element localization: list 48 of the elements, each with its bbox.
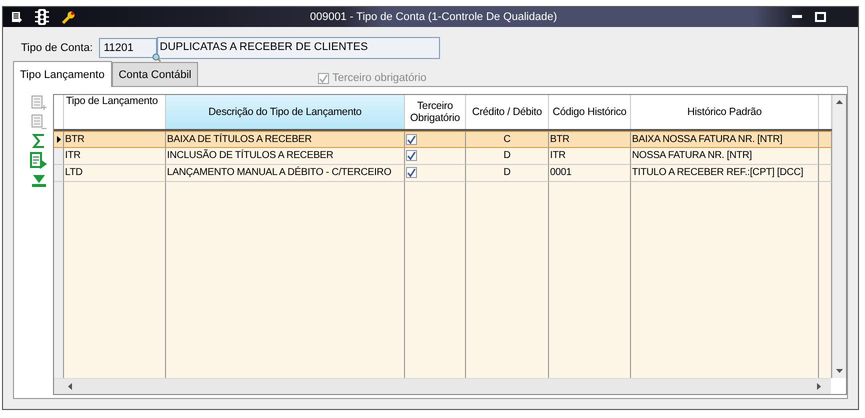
tab[interactable]: Conta Contábil — [112, 62, 198, 86]
maximize-icon[interactable] — [815, 12, 826, 22]
scroll-left-icon[interactable] — [68, 383, 73, 390]
vertical-scrollbar[interactable] — [832, 95, 846, 378]
table-cell: 0001 — [549, 165, 631, 182]
tab[interactable]: Tipo Lançamento — [13, 61, 112, 87]
last-record-icon[interactable] — [30, 173, 46, 187]
window-title: 009001 - Tipo de Conta (1-Controle De Qualidade) — [308, 11, 558, 23]
column-header[interactable]: Descrição do Tipo de Lançamento — [166, 95, 405, 129]
row-header[interactable] — [54, 131, 64, 148]
table-cell: D — [466, 148, 549, 165]
table-row[interactable]: ITR INCLUSÃO DE TÍTULOS A RECEBER D ITR NOSSA FATURA NR. [NTR] — [54, 148, 832, 165]
column-header[interactable]: Código Histórico — [549, 95, 631, 129]
checkbox[interactable] — [406, 167, 417, 178]
table-cell: INCLUSÃO DE TÍTULOS A RECEBER — [166, 148, 405, 165]
table-cell: BTR — [549, 131, 631, 148]
checkbox-label: Terceiro obrigatório — [332, 72, 427, 84]
column-header[interactable]: Crédito / Débito — [466, 95, 549, 129]
table-cell: LTD — [64, 165, 166, 182]
export-icon[interactable] — [30, 152, 48, 170]
search-icon[interactable] — [152, 53, 161, 62]
column-header[interactable]: Histórico Padrão — [631, 95, 819, 129]
table-cell: ITR — [549, 148, 631, 165]
sum-icon[interactable] — [32, 133, 46, 149]
description-field: DUPLICATAS A RECEBER DE CLIENTES — [156, 37, 440, 59]
menu-icon[interactable] — [11, 11, 23, 23]
scroll-up-icon[interactable] — [836, 100, 843, 105]
minimize-icon[interactable] — [791, 12, 803, 20]
checkbox[interactable] — [406, 134, 417, 145]
table-cell: ITR — [64, 148, 166, 165]
table-row[interactable]: BTR BAIXA DE TÍTULOS A RECEBER C BTR BAIXA NOSSA FATURA NR. [NTR] — [54, 131, 832, 148]
scroll-right-icon[interactable] — [816, 383, 821, 390]
table-cell: NOSSA FATURA NR. [NTR] — [631, 148, 819, 165]
table-cell: LANÇAMENTO MANUAL A DÉBITO - C/TERCEIRO — [166, 165, 405, 182]
checkbox[interactable] — [406, 150, 417, 161]
table-row[interactable]: LTD LANÇAMENTO MANUAL A DÉBITO - C/TERCEIRO D 0001 TITULO A RECEBER REF.:[CPT] [DCC] — [54, 165, 832, 182]
table-cell: C — [466, 131, 549, 148]
table-cell: D — [466, 165, 549, 182]
field-label: Tipo de Conta: — [21, 42, 93, 54]
scroll-down-icon[interactable] — [836, 368, 843, 373]
traffic-light-icon[interactable] — [35, 9, 49, 25]
table-cell: BTR — [64, 131, 166, 148]
column-header[interactable]: Terceiro Obrigatório — [405, 95, 466, 129]
wrench-icon[interactable] — [61, 10, 76, 24]
table-cell: TITULO A RECEBER REF.:[CPT] [DCC] — [631, 165, 819, 182]
table-cell: BAIXA NOSSA FATURA NR. [NTR] — [631, 131, 819, 148]
current-row-icon — [56, 136, 60, 143]
table-cell: BAIXA DE TÍTULOS A RECEBER — [166, 131, 405, 148]
